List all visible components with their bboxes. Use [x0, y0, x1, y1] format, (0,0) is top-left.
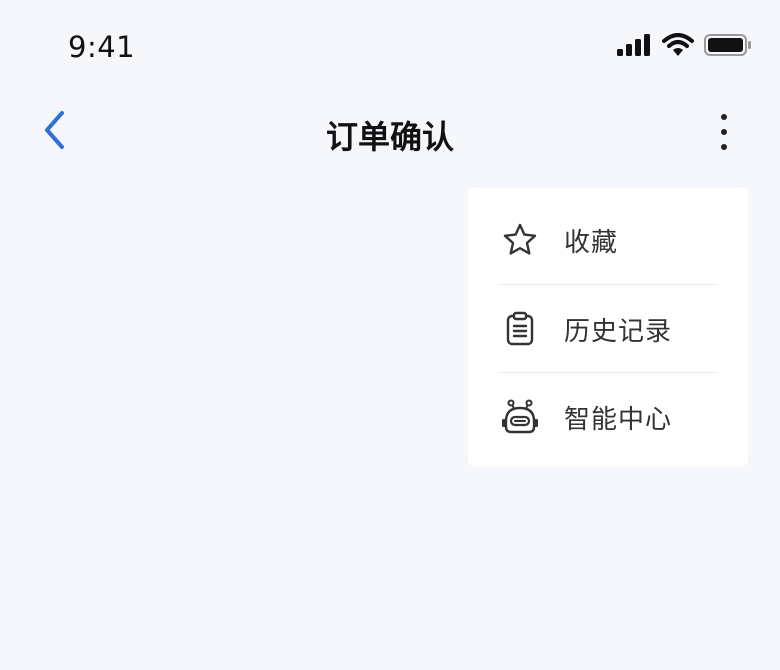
- status-time: 9:41: [68, 30, 136, 64]
- menu-item-favorite[interactable]: 收藏: [500, 196, 716, 284]
- wifi-icon: [662, 33, 694, 61]
- menu-item-history[interactable]: 历史记录: [500, 285, 716, 373]
- page-title: 订单确认: [325, 118, 454, 156]
- menu-item-label: 智能中心: [564, 404, 673, 435]
- robot-icon: [500, 397, 540, 437]
- star-icon: [500, 220, 540, 260]
- status-icons: [616, 33, 752, 61]
- battery-icon: [704, 33, 752, 61]
- more-dots-icon: [721, 114, 727, 120]
- more-dots-icon-part: [721, 144, 727, 150]
- dropdown-menu: 收藏 历史记录 智能中心: [468, 188, 748, 467]
- more-menu-button[interactable]: [706, 110, 742, 154]
- menu-item-smart-center[interactable]: 智能中心: [500, 373, 716, 461]
- menu-item-label: 历史记录: [564, 316, 673, 347]
- clipboard-icon: [500, 309, 540, 349]
- status-bar: 9:41: [0, 0, 780, 92]
- nav-bar: 订单确认: [0, 100, 780, 164]
- cellular-signal-icon: [616, 33, 652, 61]
- menu-item-label: 收藏: [564, 227, 619, 258]
- more-dots-icon-part: [721, 129, 727, 135]
